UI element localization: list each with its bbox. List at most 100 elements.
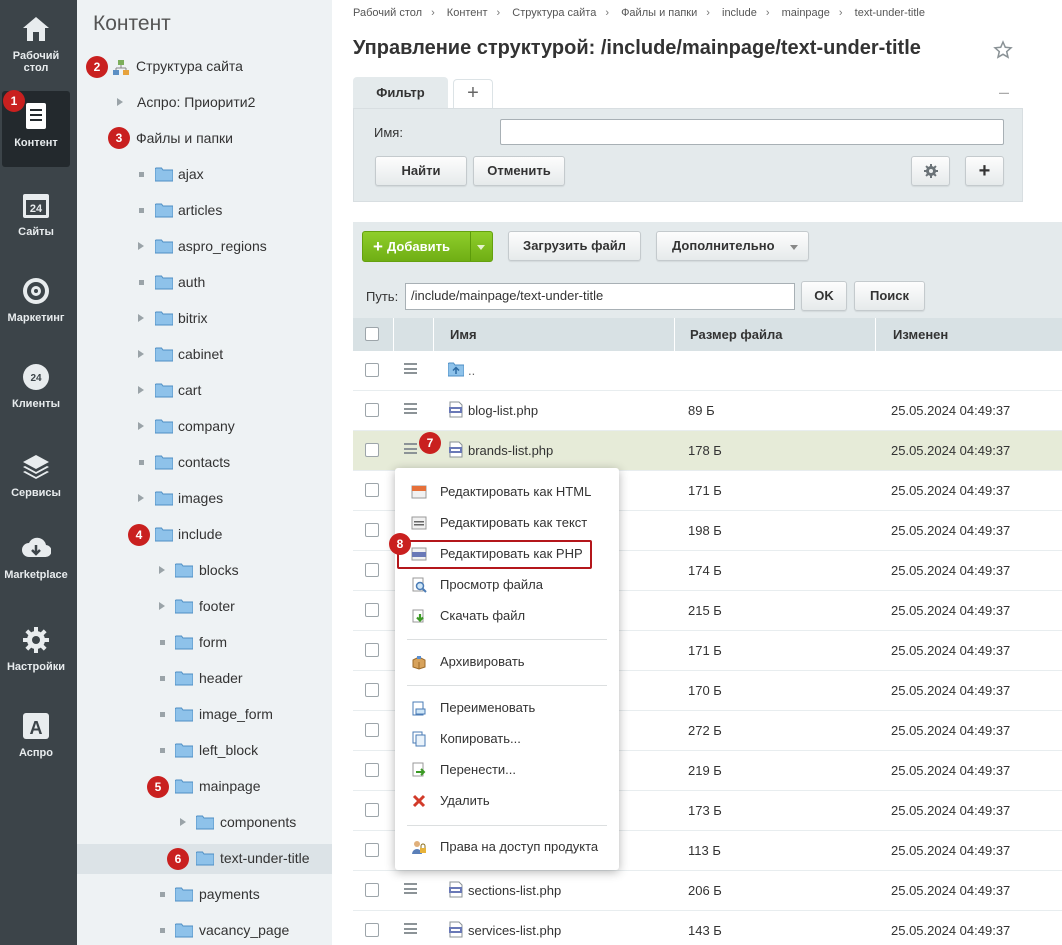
tree-item[interactable]: ajax	[77, 160, 332, 190]
tree-item[interactable]: auth	[77, 268, 332, 298]
tree-item[interactable]: images	[77, 484, 332, 514]
expand-arrow-icon[interactable]	[138, 314, 144, 322]
add-filter-tab-button[interactable]: +	[453, 79, 493, 108]
tree-item[interactable]: components	[77, 808, 332, 838]
menu-item-delete[interactable]: Удалить	[395, 787, 619, 815]
menu-item-edit-text[interactable]: Редактировать как текст	[395, 509, 619, 537]
tree-item[interactable]: form	[77, 628, 332, 658]
add-button[interactable]: + Добавить	[362, 231, 493, 262]
filter-settings-button[interactable]	[911, 156, 950, 186]
breadcrumb-item[interactable]: include	[722, 7, 757, 19]
menu-item-download[interactable]: Скачать файл	[395, 602, 619, 630]
expand-arrow-icon[interactable]	[180, 818, 186, 826]
row-checkbox[interactable]	[365, 443, 379, 457]
table-row[interactable]: sections-list.php 206 Б 25.05.2024 04:49:3…	[353, 871, 1062, 911]
expand-arrow-icon[interactable]	[138, 386, 144, 394]
expand-arrow-icon[interactable]	[138, 350, 144, 358]
row-checkbox[interactable]	[365, 923, 379, 937]
expand-arrow-icon[interactable]	[159, 602, 165, 610]
row-checkbox[interactable]	[365, 803, 379, 817]
path-input[interactable]: /include/mainpage/text-under-title	[405, 283, 795, 310]
filter-minimize-button[interactable]: –	[999, 82, 1009, 103]
file-name[interactable]: blog-list.php	[468, 403, 538, 418]
tree-item[interactable]: aspro_regions	[77, 232, 332, 262]
expand-arrow-icon[interactable]	[117, 98, 123, 106]
nav-item-sites[interactable]: 24 Сайты	[2, 180, 70, 256]
tree-item[interactable]: cart	[77, 376, 332, 406]
search-button[interactable]: Поиск	[854, 281, 925, 311]
row-checkbox[interactable]	[365, 643, 379, 657]
file-name[interactable]: brands-list.php	[468, 443, 553, 458]
row-checkbox[interactable]	[365, 883, 379, 897]
nav-item-services[interactable]: Сервисы	[2, 441, 70, 517]
select-all-checkbox[interactable]	[365, 327, 379, 341]
column-modified[interactable]: Изменен	[875, 318, 1062, 351]
file-name[interactable]: sections-list.php	[468, 883, 561, 898]
breadcrumb-item[interactable]: mainpage	[782, 7, 830, 19]
row-checkbox[interactable]	[365, 843, 379, 857]
row-checkbox[interactable]	[365, 363, 379, 377]
menu-item-rename[interactable]: Переименовать	[395, 694, 619, 722]
table-row[interactable]: blog-list.php 89 Б 25.05.2024 04:49:37	[353, 391, 1062, 431]
row-actions-menu-icon[interactable]	[404, 363, 417, 374]
nav-item-marketplace[interactable]: Marketplace	[2, 523, 70, 599]
row-checkbox[interactable]	[365, 723, 379, 737]
tab-filter[interactable]: Фильтр	[353, 77, 448, 108]
tree-item[interactable]: footer	[77, 592, 332, 622]
table-row[interactable]: ..	[353, 351, 1062, 391]
tree-item[interactable]: Структура сайта	[77, 52, 332, 82]
menu-item-edit-html[interactable]: Редактировать как HTML	[395, 478, 619, 506]
column-size[interactable]: Размер файла	[674, 318, 875, 351]
row-checkbox[interactable]	[365, 563, 379, 577]
tree-item[interactable]: text-under-title	[77, 844, 332, 874]
ok-button[interactable]: OK	[801, 281, 847, 311]
tree-item[interactable]: Аспро: Приорити2	[77, 88, 332, 118]
column-name[interactable]: Имя	[433, 318, 674, 351]
file-name[interactable]: services-list.php	[468, 923, 561, 938]
more-button[interactable]: Дополнительно	[656, 231, 809, 261]
breadcrumb-item[interactable]: Файлы и папки	[621, 7, 697, 19]
tree-item[interactable]: articles	[77, 196, 332, 226]
tree-item[interactable]: left_block	[77, 736, 332, 766]
menu-item-access-rights[interactable]: Права на доступ продукта	[395, 833, 619, 861]
cancel-button[interactable]: Отменить	[473, 156, 565, 186]
upload-file-button[interactable]: Загрузить файл	[508, 231, 641, 261]
tree-item[interactable]: image_form	[77, 700, 332, 730]
row-actions-menu-icon[interactable]	[404, 883, 417, 894]
nav-item-settings[interactable]: Настройки	[2, 615, 70, 691]
tree-item[interactable]: mainpage	[77, 772, 332, 802]
tree-item[interactable]: contacts	[77, 448, 332, 478]
expand-arrow-icon[interactable]	[138, 242, 144, 250]
row-checkbox[interactable]	[365, 483, 379, 497]
nav-item-marketing[interactable]: Маркетинг	[2, 266, 70, 342]
nav-item-aspro[interactable]: A Аспро	[2, 701, 70, 777]
breadcrumb-item[interactable]: Контент	[447, 7, 488, 19]
row-actions-menu-icon[interactable]	[404, 403, 417, 414]
row-checkbox[interactable]	[365, 603, 379, 617]
nav-item-clients[interactable]: 24 Клиенты	[2, 352, 70, 428]
row-checkbox[interactable]	[365, 763, 379, 777]
name-filter-input[interactable]	[500, 119, 1004, 145]
nav-item-desktop[interactable]: Рабочий стол	[2, 4, 70, 80]
file-name[interactable]: ..	[468, 363, 475, 378]
row-checkbox[interactable]	[365, 403, 379, 417]
star-icon[interactable]	[993, 40, 1013, 60]
breadcrumb-item[interactable]: Рабочий стол	[353, 7, 422, 19]
row-actions-menu-icon[interactable]	[404, 923, 417, 934]
tree-item[interactable]: header	[77, 664, 332, 694]
tree-item[interactable]: payments	[77, 880, 332, 910]
menu-item-copy[interactable]: Копировать...	[395, 725, 619, 753]
breadcrumb-item[interactable]: text-under-title	[855, 7, 925, 19]
tree-item[interactable]: company	[77, 412, 332, 442]
tree-item[interactable]: cabinet	[77, 340, 332, 370]
filter-add-button[interactable]: +	[965, 156, 1004, 186]
find-button[interactable]: Найти	[375, 156, 467, 186]
expand-arrow-icon[interactable]	[138, 422, 144, 430]
expand-arrow-icon[interactable]	[159, 566, 165, 574]
tree-item[interactable]: include	[77, 520, 332, 550]
table-row[interactable]: brands-list.php 178 Б 25.05.2024 04:49:37	[353, 431, 1062, 471]
tree-item[interactable]: blocks	[77, 556, 332, 586]
row-actions-menu-icon[interactable]	[404, 443, 417, 454]
menu-item-move[interactable]: Перенести...	[395, 756, 619, 784]
breadcrumb-item[interactable]: Структура сайта	[512, 7, 596, 19]
